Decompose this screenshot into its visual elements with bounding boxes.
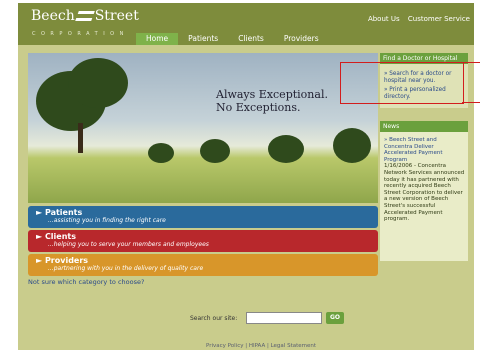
logo[interactable]: Beech Street	[31, 8, 139, 24]
news-body: » Beech Street and Concentra Deliver Acc…	[384, 137, 466, 223]
customer-service-link[interactable]: Customer Service	[408, 15, 470, 23]
tree-shape	[268, 135, 304, 163]
providers-title: ► Providers	[36, 256, 89, 265]
tree-shape	[333, 128, 371, 163]
patients-subtitle: ...assisting you in finding the right ca…	[48, 217, 166, 224]
providers-subtitle: ...partnering with you in the delivery o…	[48, 265, 204, 272]
site-header: Beech Street CORPORATION About Us Custome…	[18, 3, 474, 45]
tree-trunk	[78, 123, 83, 153]
go-button[interactable]: GO	[326, 312, 344, 324]
hero-tagline: Always Exceptional. No Exceptions.	[216, 88, 328, 114]
nav-clients[interactable]: Clients	[228, 33, 274, 45]
nav-providers[interactable]: Providers	[274, 33, 329, 45]
clients-subtitle: ...helping you to serve your members and…	[48, 241, 209, 248]
clients-band[interactable]: ► Clients ...helping you to serve your m…	[28, 230, 378, 252]
callout-line	[462, 62, 480, 63]
tree-shape	[200, 139, 230, 163]
providers-band[interactable]: ► Providers ...partnering with you in th…	[28, 254, 378, 276]
patients-title: ► Patients	[36, 208, 83, 217]
news-title: News	[380, 121, 468, 132]
site-frame: Beech Street CORPORATION About Us Custome…	[18, 3, 474, 350]
hero-image: Always Exceptional. No Exceptions.	[28, 53, 378, 203]
search-input[interactable]	[246, 312, 322, 324]
logo-word-1: Beech	[31, 8, 75, 24]
hero-line-1: Always Exceptional.	[216, 88, 328, 101]
news-headline-link[interactable]: » Beech Street and Concentra Deliver Acc…	[384, 137, 466, 163]
logo-subtitle: CORPORATION	[32, 31, 129, 37]
main-nav: Home Patients Clients Providers	[136, 33, 329, 45]
search-label: Search our site:	[190, 315, 238, 322]
footer-links[interactable]: Privacy Policy | HIPAA | Legal Statement	[206, 343, 316, 349]
hero-line-2: No Exceptions.	[216, 101, 301, 114]
patients-band[interactable]: ► Patients ...assisting you in finding t…	[28, 206, 378, 228]
page: Beech Street CORPORATION About Us Custome…	[0, 0, 480, 350]
highlight-callout-box	[340, 62, 464, 104]
top-links: About Us Customer Service	[362, 15, 470, 23]
tree-shape	[148, 143, 174, 163]
nav-home[interactable]: Home	[136, 33, 179, 45]
unsure-category-link[interactable]: Not sure which category to choose?	[28, 278, 144, 286]
tree-shape	[68, 58, 128, 108]
callout-line	[462, 102, 480, 103]
news-text: 1/16/2006 - Concentra Network Services a…	[384, 163, 465, 223]
clients-title: ► Clients	[36, 232, 76, 241]
logo-swoosh-icon	[74, 11, 95, 21]
nav-patients[interactable]: Patients	[178, 33, 228, 45]
about-us-link[interactable]: About Us	[368, 15, 400, 23]
logo-word-2: Street	[94, 8, 139, 24]
